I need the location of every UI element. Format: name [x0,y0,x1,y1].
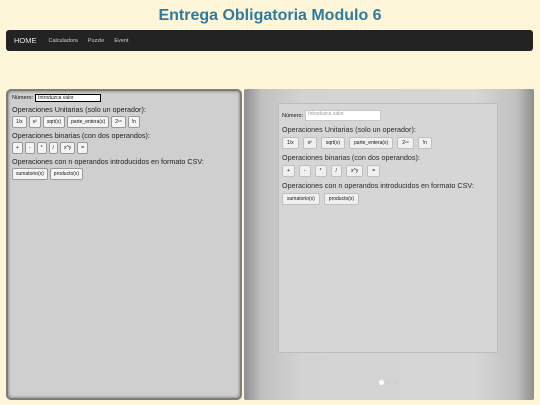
carousel-binarias-buttons: + - * / x^y = [282,165,494,177]
carousel-numero-label: Número: [282,112,304,119]
factorial-button[interactable]: !n [127,116,140,128]
carousel-prev-arrow[interactable]: ‹ [263,239,265,246]
carousel-csv-title: Operaciones con n operandos introducidos… [282,181,474,190]
carousel-numero-input[interactable]: Introduzca valor [305,110,382,121]
power-button[interactable]: x^y [59,142,76,154]
inverse-button[interactable]: 1/x [12,116,27,128]
carousel-sumatorio-button[interactable]: sumatorio(x) [282,193,320,205]
carousel-binarias-title: Operaciones binarias (con dos operandos)… [282,153,420,162]
equals-button[interactable]: = [77,142,89,154]
carousel-next-arrow[interactable]: › [507,239,509,246]
nav-event[interactable]: Event [114,38,128,44]
numero-label: Número: [12,95,34,101]
carousel-plus-button[interactable]: + [282,165,295,177]
carousel-divide-button[interactable]: / [330,165,342,177]
carousel-indicators [379,380,400,385]
carousel: ‹ › Número: Introduzca valor Operaciones… [244,89,534,400]
power-of-two-button[interactable]: 2ⁿᵒ [111,116,126,128]
carousel-unarias-title: Operaciones Unitarias (solo un operador)… [282,125,416,134]
carousel-indicator-dot[interactable] [386,380,391,385]
carousel-square-button[interactable]: x² [302,137,317,149]
divide-button[interactable]: / [48,142,58,154]
numero-row: Número: Introduzca valor [12,94,236,102]
carousel-slide: Número: Introduzca valor Operaciones Uni… [278,103,498,353]
plus-button[interactable]: + [12,142,23,154]
minus-button[interactable]: - [24,142,35,154]
nav-home[interactable]: HOME [14,36,37,45]
nav-puzzle[interactable]: Puzzle [88,38,105,44]
carousel-inverse-button[interactable]: 1/x [282,137,299,149]
numero-input[interactable]: Introduzca valor [35,94,102,102]
nav-calculadora[interactable]: Calculadora [49,38,78,44]
carousel-indicator-dot[interactable] [379,380,384,385]
square-button[interactable]: x² [28,116,41,128]
binarias-buttons: + - * / x^y = [12,142,236,154]
carousel-equals-button[interactable]: = [367,165,381,177]
carousel-numero-row: Número: Introduzca valor [282,110,494,121]
carousel-csv-buttons: sumatorio(x) producto(x) [282,193,494,205]
page-title: Entrega Obligatoria Modulo 6 [158,7,382,24]
multiply-button[interactable]: * [36,142,47,154]
unarias-title: Operaciones Unitarias (solo un operador)… [12,105,146,114]
sumatorio-button[interactable]: sumatorio(x) [12,168,48,180]
carousel-sqrt-button[interactable]: sqrt(x) [320,137,346,149]
carousel-power-button[interactable]: x^y [345,165,364,177]
carousel-multiply-button[interactable]: * [314,165,327,177]
calculator-panel: Número: Introduzca valor Operaciones Uni… [6,89,242,400]
parte-entera-button[interactable]: parte_entera(x) [67,116,110,128]
carousel-power-of-two-button[interactable]: 2ⁿᵒ [397,137,414,149]
carousel-unarias-buttons: 1/x x² sqrt(x) parte_entera(x) 2ⁿᵒ !n [282,137,494,149]
csv-title: Operaciones con n operandos introducidos… [12,157,204,166]
carousel-factorial-button[interactable]: !n [417,137,432,149]
producto-button[interactable]: producto(x) [49,168,84,180]
navbar: HOME Calculadora Puzzle Event [6,30,533,51]
binarias-title: Operaciones binarias (con dos operandos)… [12,131,150,140]
carousel-minus-button[interactable]: - [298,165,311,177]
carousel-parte-entera-button[interactable]: parte_entera(x) [349,137,394,149]
sqrt-button[interactable]: sqrt(x) [42,116,66,128]
unarias-buttons: 1/x x² sqrt(x) parte_entera(x) 2ⁿᵒ !n [12,116,236,128]
carousel-producto-button[interactable]: producto(x) [323,193,360,205]
carousel-indicator-dot[interactable] [393,380,398,385]
csv-buttons: sumatorio(x) producto(x) [12,168,236,180]
